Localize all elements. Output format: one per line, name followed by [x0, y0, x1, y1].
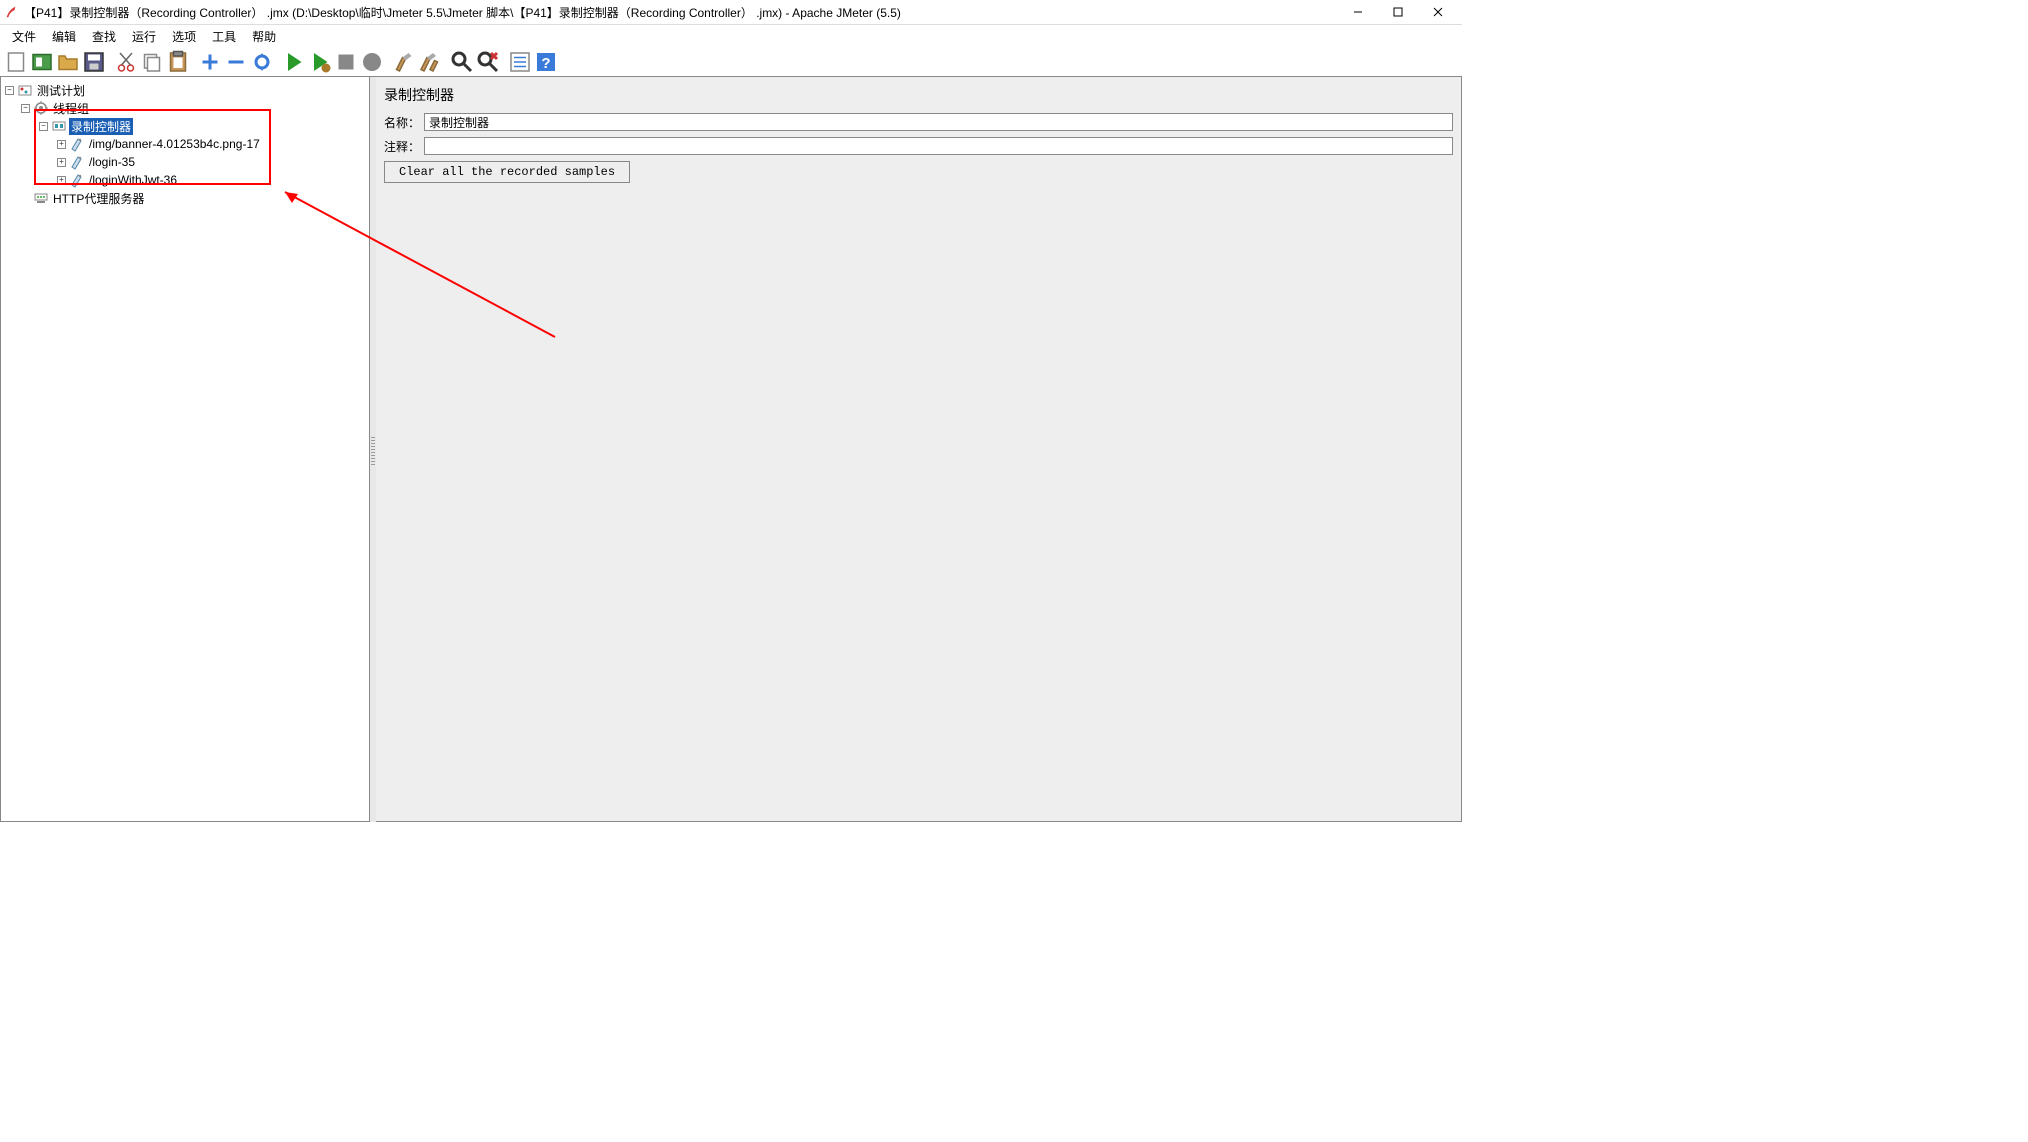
expand-icon[interactable]: +: [57, 140, 66, 149]
proxy-icon: [33, 190, 49, 206]
toggle-icon[interactable]: [250, 50, 274, 74]
menu-edit[interactable]: 编辑: [44, 26, 84, 47]
toolbar: ?: [0, 47, 1462, 77]
search-icon[interactable]: [450, 50, 474, 74]
function-helper-icon[interactable]: [508, 50, 532, 74]
clear-all-icon[interactable]: [418, 50, 442, 74]
menu-file[interactable]: 文件: [4, 26, 44, 47]
clear-samples-button[interactable]: Clear all the recorded samples: [384, 161, 630, 183]
name-label: 名称：: [384, 114, 424, 131]
tree-sampler-1[interactable]: + /img/banner-4.01253b4c.png-17: [3, 135, 367, 153]
testplan-icon: [17, 82, 33, 98]
tree-recording-controller[interactable]: − 录制控制器: [3, 117, 367, 135]
expand-icon[interactable]: +: [57, 158, 66, 167]
collapse-icon[interactable]: −: [21, 104, 30, 113]
start-no-pause-icon[interactable]: [308, 50, 332, 74]
expand-icon[interactable]: +: [57, 176, 66, 185]
svg-text:?: ?: [541, 55, 550, 72]
start-icon[interactable]: [282, 50, 306, 74]
tree-label: HTTP代理服务器: [51, 190, 146, 207]
window-title: 【P41】录制控制器（Recording Controller） .jmx (D…: [24, 4, 1338, 21]
tree-label: /loginWithJwt-36: [87, 173, 179, 187]
content-area: − 测试计划 − 线程组 − 录制控制器 + /img/banner-4.012…: [0, 77, 1462, 822]
controller-icon: [51, 118, 67, 134]
help-icon[interactable]: ?: [534, 50, 558, 74]
tree-label: 测试计划: [35, 82, 87, 99]
tree-test-plan[interactable]: − 测试计划: [3, 81, 367, 99]
sampler-icon: [69, 154, 85, 170]
titlebar: 【P41】录制控制器（Recording Controller） .jmx (D…: [0, 0, 1462, 25]
tree-label: /login-35: [87, 155, 137, 169]
expand-icon[interactable]: [198, 50, 222, 74]
shutdown-icon[interactable]: [360, 50, 384, 74]
tree-label: 录制控制器: [69, 118, 133, 135]
menu-help[interactable]: 帮助: [244, 26, 284, 47]
open-icon[interactable]: [56, 50, 80, 74]
app-icon: [4, 5, 18, 19]
tree-http-proxy[interactable]: HTTP代理服务器: [3, 189, 367, 207]
tree-label: /img/banner-4.01253b4c.png-17: [87, 137, 262, 151]
main-panel: 录制控制器 名称： 注释： Clear all the recorded sam…: [376, 77, 1462, 822]
tree-label: 线程组: [51, 100, 91, 117]
paste-icon[interactable]: [166, 50, 190, 74]
menu-tools[interactable]: 工具: [204, 26, 244, 47]
menu-search[interactable]: 查找: [84, 26, 124, 47]
close-button[interactable]: [1418, 0, 1458, 25]
templates-icon[interactable]: [30, 50, 54, 74]
tree-thread-group[interactable]: − 线程组: [3, 99, 367, 117]
save-icon[interactable]: [82, 50, 106, 74]
maximize-button[interactable]: [1378, 0, 1418, 25]
minimize-button[interactable]: [1338, 0, 1378, 25]
menu-options[interactable]: 选项: [164, 26, 204, 47]
name-input[interactable]: [424, 113, 1453, 131]
tree-sampler-2[interactable]: + /login-35: [3, 153, 367, 171]
panel-heading: 录制控制器: [384, 81, 1453, 113]
comment-label: 注释：: [384, 138, 424, 155]
sampler-icon: [69, 136, 85, 152]
tree-sampler-3[interactable]: + /loginWithJwt-36: [3, 171, 367, 189]
reset-search-icon[interactable]: [476, 50, 500, 74]
comment-input[interactable]: [424, 137, 1453, 155]
collapse-icon[interactable]: [224, 50, 248, 74]
cut-icon[interactable]: [114, 50, 138, 74]
new-icon[interactable]: [4, 50, 28, 74]
copy-icon[interactable]: [140, 50, 164, 74]
collapse-icon[interactable]: −: [39, 122, 48, 131]
menu-run[interactable]: 运行: [124, 26, 164, 47]
sampler-icon: [69, 172, 85, 188]
tree-panel: − 测试计划 − 线程组 − 录制控制器 + /img/banner-4.012…: [0, 77, 370, 822]
stop-icon[interactable]: [334, 50, 358, 74]
menubar: 文件 编辑 查找 运行 选项 工具 帮助: [0, 25, 1462, 47]
clear-icon[interactable]: [392, 50, 416, 74]
collapse-icon[interactable]: −: [5, 86, 14, 95]
threadgroup-icon: [33, 100, 49, 116]
